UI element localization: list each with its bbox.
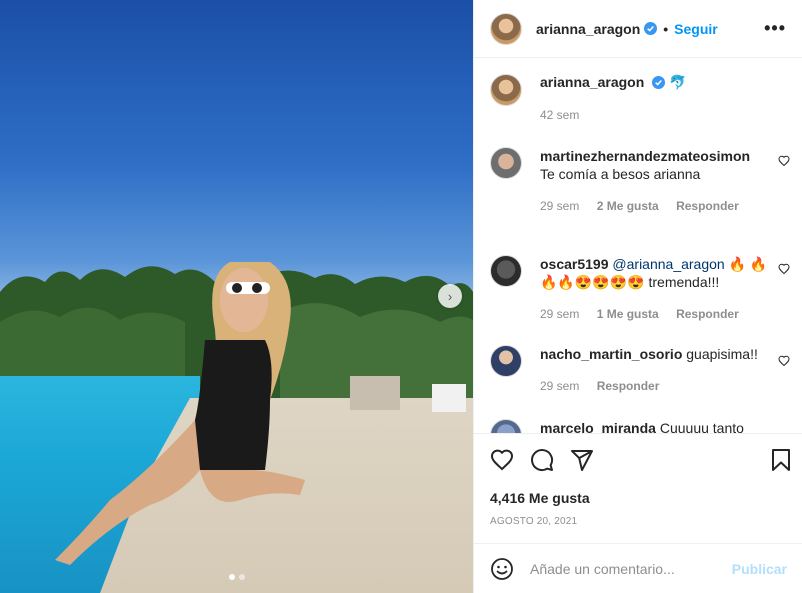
comment-author-avatar[interactable]: [490, 147, 522, 179]
share-paper-plane-icon[interactable]: [570, 448, 594, 472]
reply-button[interactable]: Responder: [676, 199, 739, 213]
comment-mention[interactable]: @arianna_aragon: [612, 256, 724, 272]
like-comment-heart-icon[interactable]: [778, 355, 790, 367]
publish-button[interactable]: Publicar: [732, 561, 787, 577]
chevron-right-icon: ›: [447, 288, 453, 304]
post-side-panel: arianna_aragon • Seguir ••• arianna_arag…: [473, 0, 802, 593]
comment-author[interactable]: marcelo_miranda: [540, 420, 656, 433]
comment-author[interactable]: oscar5199: [540, 256, 609, 272]
carousel-dot: [238, 574, 245, 580]
comments-list[interactable]: arianna_aragon 🐬 42 sem martinezhernande…: [474, 59, 802, 433]
comment-text: Cuuuuu tanto: [659, 420, 744, 433]
comment-time[interactable]: 29 sem: [540, 199, 579, 213]
save-bookmark-icon[interactable]: [769, 448, 793, 472]
author-avatar[interactable]: [490, 12, 522, 45]
like-comment-heart-icon[interactable]: [778, 263, 790, 275]
comment-time[interactable]: 29 sem: [540, 307, 579, 321]
comment-likes[interactable]: 2 Me gusta: [597, 199, 659, 213]
comment-author-avatar[interactable]: [490, 255, 522, 287]
comment-author-avatar[interactable]: [490, 419, 522, 433]
caption-author-avatar[interactable]: [490, 74, 522, 106]
author-username[interactable]: arianna_aragon: [536, 21, 640, 37]
comment-bubble-icon[interactable]: [530, 448, 554, 472]
follow-button[interactable]: Seguir: [674, 21, 718, 37]
verified-badge-icon: [652, 76, 666, 89]
like-comment-heart-icon[interactable]: [778, 155, 790, 167]
carousel-dot-active: [228, 574, 235, 580]
comment-input[interactable]: [530, 560, 732, 577]
comment-likes[interactable]: 1 Me gusta: [597, 307, 659, 321]
post-photo[interactable]: ›: [0, 0, 473, 593]
comment-time[interactable]: 29 sem: [540, 379, 579, 393]
separator-dot: •: [663, 20, 669, 37]
comment-text: Te comía a besos arianna: [540, 166, 701, 182]
like-heart-icon[interactable]: [490, 448, 514, 472]
reply-button[interactable]: Responder: [676, 307, 739, 321]
caption-author[interactable]: arianna_aragon: [540, 74, 644, 90]
carousel-next-button[interactable]: ›: [438, 284, 462, 308]
carousel-indicator: [0, 574, 473, 580]
post-header: arianna_aragon • Seguir •••: [474, 0, 802, 58]
post-date[interactable]: AGOSTO 20, 2021: [490, 516, 577, 527]
verified-badge-icon: [644, 22, 658, 35]
comment-author[interactable]: martinezhernandezmateosimon: [540, 148, 750, 164]
emoji-smiley-icon[interactable]: [490, 557, 514, 581]
comment-author-avatar[interactable]: [490, 345, 522, 377]
post-actions: 4,416 Me gusta AGOSTO 20, 2021: [474, 433, 802, 543]
add-comment-bar: Publicar: [474, 543, 802, 593]
caption-time[interactable]: 42 sem: [540, 108, 579, 122]
instagram-post-modal: › arianna_aragon • Seguir ••• arianna_ar…: [0, 0, 802, 593]
likes-count[interactable]: 4,416 Me gusta: [490, 490, 590, 506]
comment-author[interactable]: nacho_martin_osorio: [540, 346, 682, 362]
caption-text: 🐬: [669, 74, 687, 90]
reply-button[interactable]: Responder: [597, 379, 660, 393]
comment-text: guapisima!!: [686, 346, 758, 362]
more-options-icon[interactable]: •••: [764, 18, 786, 39]
person-figure: [55, 262, 466, 565]
